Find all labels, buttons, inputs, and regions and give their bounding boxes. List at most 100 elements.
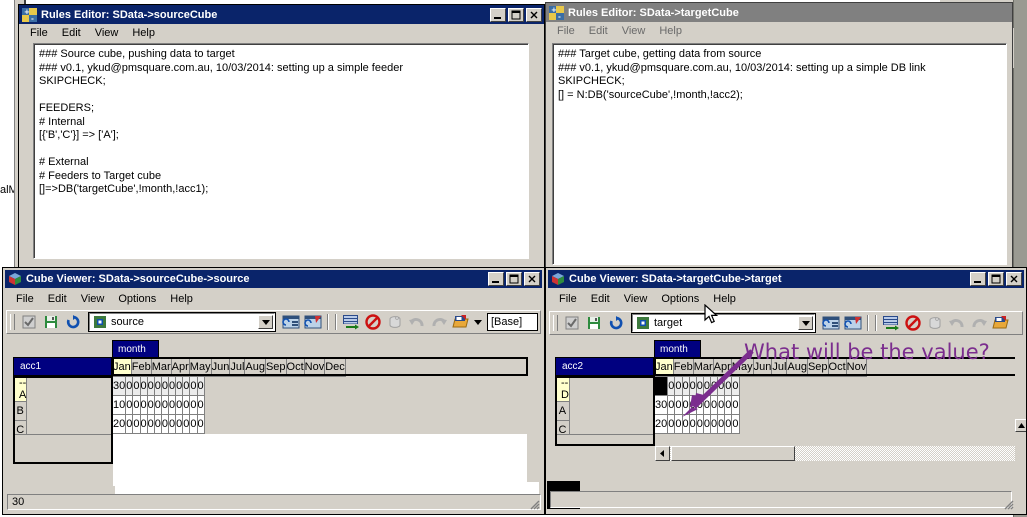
grid-cell-r2-c5[interactable]: 0 xyxy=(153,414,162,434)
grid-cell-r2-c6[interactable]: 0 xyxy=(160,414,170,434)
menu-file[interactable]: File xyxy=(550,24,582,38)
row-dimension-header-source[interactable]: acc1 xyxy=(13,357,112,376)
table-row[interactable]: A xyxy=(555,401,570,421)
toolbar-cube-viewer-target[interactable]: target xyxy=(549,311,1023,335)
column-header-feb[interactable]: Feb xyxy=(130,357,152,377)
grid-cell-r1-c0[interactable]: 30 xyxy=(653,395,669,415)
grid-cell-r0-c7[interactable]: 0 xyxy=(167,376,177,396)
titlebar-cube-viewer-target[interactable]: Cube Viewer: SData->targetCube->target xyxy=(548,270,1024,288)
row-header-d[interactable]: -- D xyxy=(555,376,570,402)
grid-cell-r1-c7[interactable]: 0 xyxy=(167,395,177,415)
grid-cell-r1-c9[interactable]: 0 xyxy=(182,395,191,415)
grid-cell-r2-c2[interactable]: 0 xyxy=(132,414,141,434)
table-row[interactable]: -- A xyxy=(13,376,28,402)
grid-cell-r1-c0[interactable]: 10 xyxy=(111,395,127,415)
grid-cell-r0-c11[interactable]: 0 xyxy=(196,376,205,396)
grid-cell-r1-c10[interactable]: 0 xyxy=(189,395,198,415)
window-cube-viewer-source[interactable]: Cube Viewer: SData->sourceCube->source F… xyxy=(2,267,545,515)
grid-cell-r2-c10[interactable]: 0 xyxy=(189,414,198,434)
suppress-zeros-icon[interactable] xyxy=(903,313,923,333)
grid-cell-r2-c1[interactable]: 0 xyxy=(125,414,134,434)
column-header-jun[interactable]: Jun xyxy=(210,357,231,377)
menu-view[interactable]: View xyxy=(74,292,112,306)
grid-hscroll-thumb[interactable] xyxy=(671,446,795,461)
grid-cell-r1-c1[interactable]: 0 xyxy=(125,395,134,415)
chevron-down-icon[interactable] xyxy=(258,315,274,329)
grid-cell-r0-c8[interactable]: 0 xyxy=(175,376,184,396)
menu-view[interactable]: View xyxy=(615,24,653,38)
grid-cell-r1-c3[interactable]: 0 xyxy=(139,395,148,415)
view-selector-combo-source[interactable]: source xyxy=(87,312,277,332)
grid-cell-r0-c10[interactable]: 0 xyxy=(189,376,198,396)
menubar-rules-editor-target[interactable]: File Edit View Help xyxy=(546,22,1012,39)
window-cube-viewer-target[interactable]: Cube Viewer: SData->targetCube->target F… xyxy=(545,267,1027,515)
grid-cell-r2-c0[interactable]: 20 xyxy=(653,414,669,434)
undo-icon[interactable] xyxy=(947,313,967,333)
column-header-jul[interactable]: Jul xyxy=(229,357,246,377)
columns-icon[interactable] xyxy=(881,313,901,333)
column-header-jan[interactable]: Jan xyxy=(112,357,132,377)
redo-icon[interactable] xyxy=(969,313,989,333)
rules-text-area-source[interactable]: ### Source cube, pushing data to target … xyxy=(33,43,529,259)
table-row[interactable]: B xyxy=(13,401,28,421)
grid-cell-r0-c9[interactable]: 0 xyxy=(182,376,191,396)
open-view-icon[interactable] xyxy=(991,313,1011,333)
row-header-a[interactable]: -- A xyxy=(13,376,28,402)
menu-view[interactable]: View xyxy=(617,292,655,306)
grid-cell-r1-c8[interactable]: 0 xyxy=(175,395,184,415)
minimize-button[interactable] xyxy=(490,7,506,22)
checkmark-icon[interactable] xyxy=(562,313,582,333)
grid-vscroll-up-button[interactable] xyxy=(1015,419,1026,432)
grid-cell-r0-c1[interactable]: 0 xyxy=(125,376,134,396)
resize-grip[interactable] xyxy=(1002,498,1014,510)
menubar-rules-editor-source[interactable]: File Edit View Help xyxy=(19,24,544,41)
edit-formula-icon[interactable] xyxy=(303,312,323,332)
redo-icon[interactable] xyxy=(429,312,449,332)
menu-file[interactable]: File xyxy=(9,292,41,306)
grid-cell-r1-c11[interactable]: 0 xyxy=(196,395,205,415)
menubar-cube-viewer-target[interactable]: File Edit View Options Help xyxy=(548,290,1026,307)
dropdown-arrow-icon[interactable] xyxy=(473,312,483,332)
close-button[interactable] xyxy=(524,272,540,286)
toolbar-grip[interactable] xyxy=(553,315,558,331)
suppress-zeros-icon[interactable] xyxy=(363,312,383,332)
scroll-left-button[interactable] xyxy=(655,446,670,461)
open-view-icon[interactable] xyxy=(451,312,471,332)
column-header-aug[interactable]: Aug xyxy=(244,357,266,377)
grid-cell-r0-c2[interactable]: 0 xyxy=(132,376,141,396)
drill-icon[interactable] xyxy=(385,312,405,332)
menubar-cube-viewer-source[interactable]: File Edit View Options Help xyxy=(5,290,544,307)
rules-text-source[interactable]: ### Source cube, pushing data to target … xyxy=(34,44,528,258)
resize-grip[interactable] xyxy=(528,498,540,510)
grid-cell-r1-c5[interactable]: 0 xyxy=(153,395,162,415)
grid-cell-r2-c7[interactable]: 0 xyxy=(167,414,177,434)
minimize-button[interactable] xyxy=(488,272,504,286)
row-header-a[interactable]: A xyxy=(555,401,570,421)
column-header-may[interactable]: May xyxy=(188,357,212,377)
row-dimension-header-target[interactable]: acc2 xyxy=(555,357,654,376)
menu-help[interactable]: Help xyxy=(125,26,162,40)
table-row[interactable]: -- D xyxy=(555,376,570,402)
recalculate-icon[interactable] xyxy=(63,312,83,332)
save-icon[interactable] xyxy=(41,312,61,332)
column-header-oct[interactable]: Oct xyxy=(285,357,305,377)
chevron-down-icon[interactable] xyxy=(798,316,813,330)
window-rules-editor-target[interactable]: + - Rules Editor: SData->targetCube File… xyxy=(545,2,1013,268)
column-header-dec[interactable]: Dec xyxy=(324,357,346,377)
recalculate-icon[interactable] xyxy=(606,313,626,333)
menu-file[interactable]: File xyxy=(23,26,55,40)
menu-edit[interactable]: Edit xyxy=(55,26,88,40)
menu-file[interactable]: File xyxy=(552,292,584,306)
grid-cell-r0-c5[interactable]: 0 xyxy=(153,376,162,396)
grid-area-source[interactable]: month acc1 Jan Feb Mar Apr May Jun Jul Aug Sep Oc… xyxy=(13,338,538,488)
grid-cell-r2-c3[interactable]: 0 xyxy=(139,414,148,434)
menu-view[interactable]: View xyxy=(88,26,126,40)
minimize-button[interactable] xyxy=(970,272,986,286)
grid-cell-r2-c0[interactable]: 20 xyxy=(111,414,127,434)
grid-cell-r0-c0[interactable] xyxy=(653,376,669,396)
columns-icon[interactable] xyxy=(341,312,361,332)
edit-formula-icon[interactable] xyxy=(843,313,863,333)
menu-options[interactable]: Options xyxy=(654,292,706,306)
titlebar-rules-editor-target[interactable]: + - Rules Editor: SData->targetCube xyxy=(546,3,1012,22)
menu-help[interactable]: Help xyxy=(652,24,689,38)
